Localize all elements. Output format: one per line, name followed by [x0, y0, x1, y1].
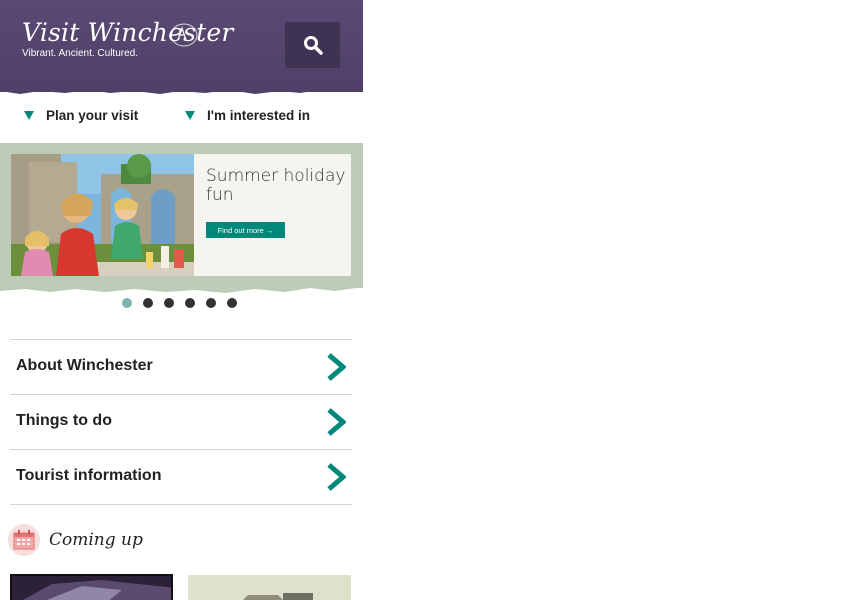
site-logo[interactable]: Visit Winchester Vibrant. Ancient. Cultu… [22, 18, 234, 60]
banner-photo[interactable] [11, 154, 194, 276]
event-image-2 [188, 575, 351, 600]
nav-item-tourist-information[interactable]: Tourist information [10, 449, 352, 505]
event-card-1[interactable] [10, 574, 173, 600]
coming-up-title: Coming up [49, 530, 143, 550]
header-torn-edge [0, 86, 363, 94]
carousel-dot-1[interactable] [122, 298, 132, 308]
mobile-page: Visit Winchester Vibrant. Ancient. Cultu… [0, 0, 363, 600]
banner-title: Summer holiday fun [206, 166, 346, 205]
interested-in-menu[interactable]: I'm interested in [185, 108, 310, 123]
carousel-dot-5[interactable] [206, 298, 216, 308]
nav-item-label: Tourist information [16, 467, 162, 484]
nav-item-things-to-do[interactable]: Things to do [10, 394, 352, 449]
interested-in-label: I'm interested in [207, 108, 310, 123]
find-out-more-button[interactable]: Find out more → [206, 222, 285, 238]
nav-item-about-winchester[interactable]: About Winchester [10, 339, 352, 394]
section-nav-list: About Winchester Things to do Tourist in… [10, 339, 352, 505]
site-header: Visit Winchester Vibrant. Ancient. Cultu… [0, 0, 363, 92]
carousel-dot-6[interactable] [227, 298, 237, 308]
carousel-dot-3[interactable] [164, 298, 174, 308]
primary-menu: Plan your visit I'm interested in [0, 100, 363, 136]
event-card-2[interactable] [188, 575, 351, 600]
search-icon [303, 36, 323, 55]
nav-item-label: About Winchester [16, 357, 153, 374]
logo-emblem-icon [170, 23, 198, 47]
chevron-right-icon [327, 463, 346, 491]
calendar-icon [13, 530, 35, 550]
logo-tagline: Vibrant. Ancient. Cultured. [22, 48, 138, 59]
dropdown-triangle-icon [185, 111, 195, 120]
plan-your-visit-label: Plan your visit [46, 108, 139, 123]
chevron-right-icon [327, 408, 346, 436]
chevron-right-icon [327, 353, 346, 381]
search-button[interactable] [285, 22, 340, 68]
calendar-icon-badge [8, 524, 40, 556]
carousel-dot-2[interactable] [143, 298, 153, 308]
family-picnic-image [11, 154, 194, 276]
carousel-dot-4[interactable] [185, 298, 195, 308]
carousel-dots [122, 298, 248, 308]
dropdown-triangle-icon [24, 111, 34, 120]
logo-title: Visit Winchester [22, 18, 234, 47]
hero-banner: Summer holiday fun Find out more → [0, 143, 363, 288]
plan-your-visit-menu[interactable]: Plan your visit [24, 108, 138, 123]
banner-torn-edge [0, 282, 363, 293]
nav-item-label: Things to do [16, 412, 112, 429]
banner-card: Summer holiday fun Find out more → [194, 154, 351, 276]
event-image-1 [12, 576, 171, 600]
coming-up-heading: Coming up [8, 524, 143, 556]
